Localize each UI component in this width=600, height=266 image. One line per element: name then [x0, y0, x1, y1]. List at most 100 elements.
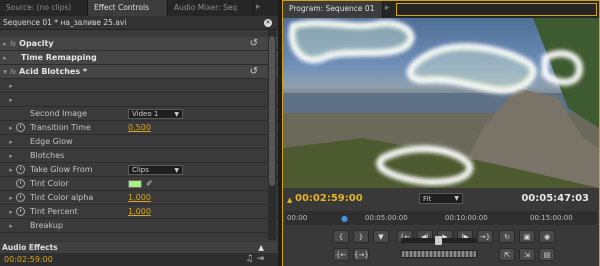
blotches-label: Blotches — [30, 151, 65, 160]
param-breakup[interactable]: ▸ Breakup — [0, 219, 278, 233]
tint-color-alpha-value[interactable]: 1,000 — [128, 193, 151, 202]
monitor-controls: ▲ 00:02:59:00 Fit ▼ 00:05:47:03 00:00 00… — [283, 188, 599, 266]
collapse-triangle-icon[interactable]: ▾ — [0, 68, 10, 76]
chevron-down-icon: ▼ — [174, 166, 179, 174]
scrollbar-thumb[interactable] — [269, 36, 275, 186]
shuttle-slider[interactable] — [401, 236, 477, 245]
sequence-title-bar: Sequence 01 * на_заливе 25.avi ✕ — [0, 16, 278, 30]
go-to-out-icon[interactable]: →} — [477, 230, 493, 243]
ruler-tick-label: 00:00 — [287, 214, 308, 222]
vertical-scrollbar[interactable] — [268, 30, 276, 240]
close-icon[interactable]: ✕ — [264, 19, 272, 27]
audio-effects-label: Audio Effects — [2, 243, 58, 252]
stopwatch-icon[interactable] — [16, 207, 25, 216]
panel-menu-icon[interactable]: ▸ — [383, 1, 392, 18]
tab-program-sequence[interactable]: Program: Sequence 01 — [283, 1, 383, 18]
playhead-marker-icon: ▲ — [287, 196, 293, 204]
eyedropper-icon[interactable]: ✐ — [146, 179, 153, 188]
right-tabbar: Program: Sequence 01 ▸ — [283, 1, 599, 18]
second-image-value: Video 1 — [132, 109, 159, 118]
param-row-empty-1[interactable]: ▸ — [0, 79, 278, 93]
reset-icon[interactable]: ↺ — [250, 66, 258, 77]
lift-icon[interactable]: ⇱ — [499, 248, 515, 261]
collapse-icon[interactable]: ▲ — [258, 242, 264, 253]
stopwatch-icon[interactable] — [16, 165, 25, 174]
tint-percent-value[interactable]: 1,000 — [128, 207, 151, 216]
take-glow-from-dropdown[interactable]: Clips ▼ — [128, 164, 183, 175]
effect-controls-footer: Audio Effects ▲ 00:02:59:00 ♫ ⇥ — [0, 242, 278, 266]
program-monitor-panel: Program: Sequence 01 ▸ ▲ 00:02:59:00 Fit… — [282, 0, 600, 266]
expand-triangle-icon[interactable]: ▸ — [0, 54, 10, 62]
tab-effect-controls[interactable]: Effect Controls — [88, 0, 168, 16]
expand-triangle-icon[interactable]: ▸ — [0, 40, 10, 48]
chevron-down-icon: ▼ — [174, 110, 179, 118]
panel-drop-zone — [395, 3, 597, 16]
ruler-tick-label: 00:05:00:00 — [365, 214, 408, 222]
transition-time-value[interactable]: 0,500 — [128, 123, 151, 132]
fx-icon[interactable]: fx — [10, 68, 16, 76]
go-to-previous-edit-icon[interactable]: {← — [333, 248, 349, 261]
stopwatch-icon[interactable] — [16, 193, 25, 202]
param-blotches[interactable]: ▸ Blotches — [0, 149, 278, 163]
jog-wheel[interactable] — [401, 250, 477, 258]
program-video-frame[interactable] — [283, 18, 599, 188]
tint-color-swatch[interactable] — [128, 179, 142, 188]
expand-triangle-icon[interactable]: ▸ — [6, 208, 16, 216]
set-out-icon[interactable]: } — [353, 230, 369, 243]
add-marker-icon[interactable]: ▼ — [373, 230, 389, 243]
effect-opacity[interactable]: ▸ fx Opacity ↺ — [0, 37, 278, 51]
ruler-tick-label: 00:15:00:00 — [530, 214, 573, 222]
expand-triangle-icon[interactable]: ▸ — [6, 124, 16, 132]
program-duration-timecode: 00:05:47:03 — [521, 193, 589, 204]
effect-opacity-label: Opacity — [19, 39, 54, 48]
param-edge-glow[interactable]: ▸ Edge Glow — [0, 135, 278, 149]
expand-triangle-icon[interactable]: ▸ — [6, 96, 16, 104]
tab-audio-mixer[interactable]: Audio Mixer: Seq — [168, 0, 254, 16]
effect-time-remapping-label: Time Remapping — [21, 53, 97, 62]
audio-effects-header[interactable]: Audio Effects ▲ — [0, 242, 278, 253]
param-row-empty-2[interactable]: ▸ — [0, 93, 278, 107]
export-frame-icon[interactable]: ▤ — [539, 248, 555, 261]
safe-margins-icon[interactable]: ▣ — [519, 230, 535, 243]
stopwatch-icon[interactable] — [16, 123, 25, 132]
panel-menu-icon[interactable]: ▸ — [254, 0, 263, 16]
current-timecode[interactable]: 00:02:59:00 — [4, 255, 53, 264]
output-icon[interactable]: ◉ — [539, 230, 555, 243]
transition-time-label: Transition Time — [30, 123, 91, 132]
time-ruler[interactable]: 00:00 00:05:00:00 00:10:00:00 00:15:00:0… — [285, 211, 597, 225]
extract-icon[interactable]: ⇲ — [519, 248, 535, 261]
expand-triangle-icon[interactable]: ▸ — [6, 138, 16, 146]
playhead-icon[interactable]: ● — [341, 214, 348, 223]
sequence-title: Sequence 01 * на_заливе 25.avi — [3, 18, 127, 27]
expand-triangle-icon[interactable]: ▸ — [6, 82, 16, 90]
expand-triangle-icon[interactable]: ▸ — [6, 166, 16, 174]
set-in-icon[interactable]: { — [333, 230, 349, 243]
expand-triangle-icon[interactable]: ▸ — [6, 152, 16, 160]
second-image-dropdown[interactable]: Video 1 ▼ — [128, 108, 183, 119]
param-tint-color: Tint Color ✐ — [0, 177, 278, 191]
zoom-fit-dropdown[interactable]: Fit ▼ — [419, 193, 463, 204]
program-current-timecode[interactable]: 00:02:59:00 — [295, 193, 363, 204]
tint-percent-label: Tint Percent — [30, 207, 78, 216]
reset-icon[interactable]: ↺ — [250, 38, 258, 49]
param-second-image: Second Image Video 1 ▼ — [0, 107, 278, 121]
fx-icon[interactable]: fx — [10, 40, 16, 48]
effect-acid-blotches-label: Acid Blotches * — [19, 67, 88, 76]
param-tint-percent: ▸ Tint Percent 1,000 — [0, 205, 278, 219]
footer-action-icons[interactable]: ♫ ⇥ — [246, 254, 264, 264]
zoom-fit-value: Fit — [423, 195, 432, 203]
take-glow-from-value: Clips — [132, 165, 149, 174]
left-tabbar: Source: (no clips) Effect Controls Audio… — [0, 0, 278, 16]
tab-source[interactable]: Source: (no clips) — [0, 0, 88, 16]
stopwatch-icon[interactable] — [16, 179, 25, 188]
effect-acid-blotches[interactable]: ▾ fx Acid Blotches * ↺ — [0, 65, 278, 79]
effect-time-remapping[interactable]: ▸ Time Remapping — [0, 51, 278, 65]
play-in-to-out-icon[interactable]: {→} — [353, 248, 369, 261]
effect-controls-panel: Source: (no clips) Effect Controls Audio… — [0, 0, 278, 266]
breakup-label: Breakup — [30, 221, 63, 230]
tint-color-label: Tint Color — [30, 179, 69, 188]
expand-triangle-icon[interactable]: ▸ — [6, 194, 16, 202]
expand-triangle-icon[interactable]: ▸ — [6, 222, 16, 230]
loop-icon[interactable]: ↻ — [499, 230, 515, 243]
video-frame-image — [283, 18, 599, 188]
